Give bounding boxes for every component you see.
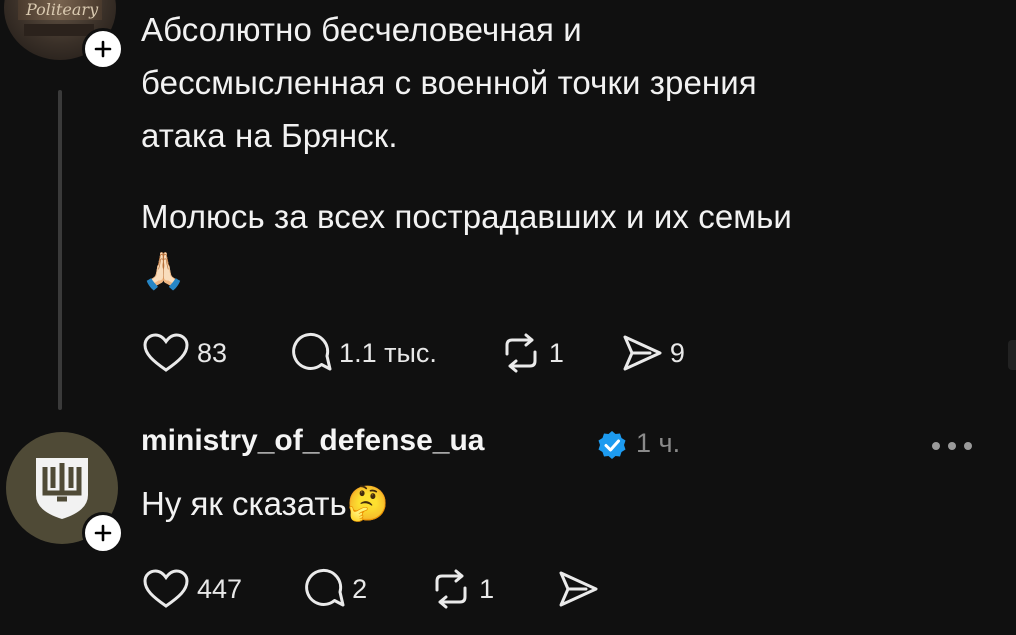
post-actions: 83 1.1 тыс. 1 9 [141,332,685,374]
repost-count: 1 [479,573,495,604]
shield-trident-icon [36,458,88,519]
heart-icon [143,569,189,608]
post-text: Абсолютно бесчеловечная и бессмысленная … [141,3,757,162]
post-text-line: Абсолютно бесчеловечная и [141,11,582,48]
verified-badge-icon [598,431,626,459]
repost-button[interactable]: 1 [429,568,494,610]
send-icon [559,571,598,607]
post-text-line: атака на Брянск. [141,117,398,154]
follow-button[interactable] [82,28,124,70]
like-button[interactable]: 83 [141,332,227,374]
repost-icon [435,569,467,609]
more-dots-icon [948,442,956,450]
repost-count: 1 [548,337,564,368]
like-count: 447 [197,573,243,604]
follow-button[interactable] [82,512,124,554]
post-text-line: Ну як сказать [141,485,347,522]
post-text: Ну як сказать🤔 [141,484,389,524]
thinking-emoji: 🤔 [346,485,390,523]
reply-count: 1.1 тыс. [339,337,437,368]
share-button[interactable]: 9 [620,332,685,374]
like-count: 83 [197,337,228,368]
comment-icon [292,332,332,371]
timestamp: 1 ч. [636,428,681,458]
more-options-button[interactable] [932,442,972,450]
more-dots-icon [964,442,972,450]
repost-button[interactable]: 1 [499,332,564,374]
avatar-logo-text: Politeary [26,0,99,19]
send-icon [623,335,662,371]
post-text-line: бессмысленная с военной точки зрения [141,64,757,101]
reply-count: 2 [352,573,368,604]
scroll-edge [1008,340,1016,370]
heart-icon [143,333,189,372]
post-text-line: Молюсь за всех пострадавших и их семьи [141,198,792,235]
post-actions: 447 2 1 [141,568,600,610]
pray-emoji: 🙏🏻 [141,250,186,291]
reply-button[interactable]: 1.1 тыс. [291,332,437,374]
share-button[interactable] [556,568,600,610]
username[interactable]: ministry_of_defense_ua [141,424,484,458]
thread-line [58,90,62,410]
avatar-image-band [24,24,94,36]
more-dots-icon [932,442,940,450]
post-text-paragraph: Молюсь за всех пострадавших и их семьи 🙏… [141,190,792,299]
plus-icon [94,40,112,58]
share-count: 9 [669,337,685,368]
repost-icon [505,333,537,373]
reply-button[interactable]: 2 [304,568,367,610]
like-button[interactable]: 447 [141,568,242,610]
plus-icon [94,524,112,542]
comment-icon [305,568,345,607]
